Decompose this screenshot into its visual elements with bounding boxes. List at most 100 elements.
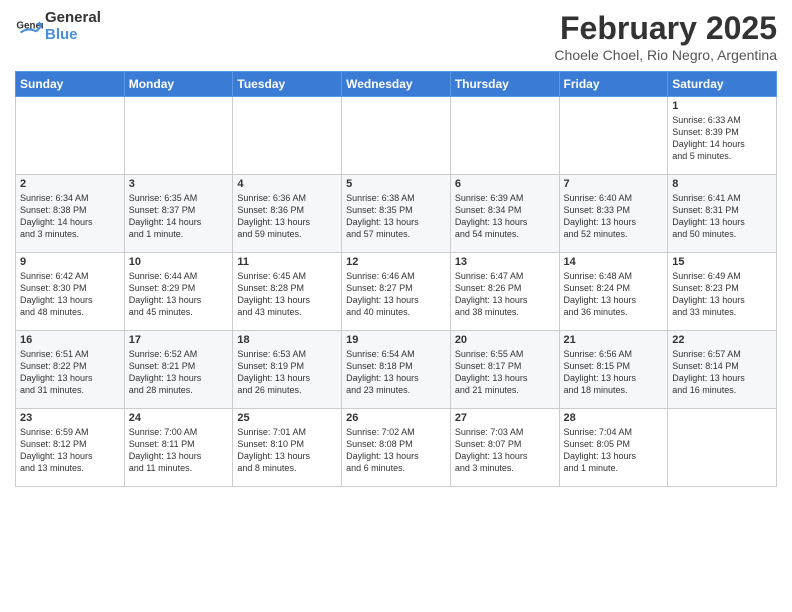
day-info: Sunrise: 6:54 AM Sunset: 8:18 PM Dayligh… — [346, 348, 446, 397]
title-section: February 2025 Choele Choel, Rio Negro, A… — [554, 10, 777, 63]
day-info: Sunrise: 6:51 AM Sunset: 8:22 PM Dayligh… — [20, 348, 120, 397]
day-info: Sunrise: 6:47 AM Sunset: 8:26 PM Dayligh… — [455, 270, 555, 319]
calendar-cell: 2 Sunrise: 6:34 AM Sunset: 8:38 PM Daylig… — [16, 175, 125, 253]
day-info: Sunrise: 7:04 AM Sunset: 8:05 PM Dayligh… — [564, 426, 664, 475]
calendar-cell: 23 Sunrise: 6:59 AM Sunset: 8:12 PM Dayli… — [16, 409, 125, 487]
calendar-cell — [233, 97, 342, 175]
day-number: 14 — [564, 256, 664, 268]
calendar-cell: 7 Sunrise: 6:40 AM Sunset: 8:33 PM Daylig… — [559, 175, 668, 253]
day-info: Sunrise: 7:02 AM Sunset: 8:08 PM Dayligh… — [346, 426, 446, 475]
day-number: 11 — [237, 256, 337, 268]
day-info: Sunrise: 7:01 AM Sunset: 8:10 PM Dayligh… — [237, 426, 337, 475]
page: General General Blue February 2025 Choel… — [0, 0, 792, 612]
calendar-cell: 26 Sunrise: 7:02 AM Sunset: 8:08 PM Dayli… — [342, 409, 451, 487]
calendar-cell: 5 Sunrise: 6:38 AM Sunset: 8:35 PM Daylig… — [342, 175, 451, 253]
day-info: Sunrise: 6:41 AM Sunset: 8:31 PM Dayligh… — [672, 192, 772, 241]
day-info: Sunrise: 6:52 AM Sunset: 8:21 PM Dayligh… — [129, 348, 229, 397]
calendar-cell: 17 Sunrise: 6:52 AM Sunset: 8:21 PM Dayli… — [124, 331, 233, 409]
calendar-cell: 14 Sunrise: 6:48 AM Sunset: 8:24 PM Dayli… — [559, 253, 668, 331]
day-info: Sunrise: 6:53 AM Sunset: 8:19 PM Dayligh… — [237, 348, 337, 397]
day-number: 26 — [346, 412, 446, 424]
day-info: Sunrise: 6:35 AM Sunset: 8:37 PM Dayligh… — [129, 192, 229, 241]
day-info: Sunrise: 6:39 AM Sunset: 8:34 PM Dayligh… — [455, 192, 555, 241]
day-info: Sunrise: 6:36 AM Sunset: 8:36 PM Dayligh… — [237, 192, 337, 241]
calendar-cell: 11 Sunrise: 6:45 AM Sunset: 8:28 PM Dayli… — [233, 253, 342, 331]
calendar-cell: 21Sunrise: 6:56 AM Sunset: 8:15 PM Dayli… — [559, 331, 668, 409]
day-number: 18 — [237, 334, 337, 346]
day-number: 28 — [564, 412, 664, 424]
day-number: 12 — [346, 256, 446, 268]
week-row-2: 9Sunrise: 6:42 AM Sunset: 8:30 PM Daylig… — [16, 253, 777, 331]
day-number: 7 — [564, 178, 664, 190]
day-info: Sunrise: 6:48 AM Sunset: 8:24 PM Dayligh… — [564, 270, 664, 319]
calendar-cell: 18 Sunrise: 6:53 AM Sunset: 8:19 PM Dayli… — [233, 331, 342, 409]
day-info: Sunrise: 6:44 AM Sunset: 8:29 PM Dayligh… — [129, 270, 229, 319]
day-number: 4 — [237, 178, 337, 190]
calendar-cell: 1 Sunrise: 6:33 AM Sunset: 8:39 PM Daylig… — [668, 97, 777, 175]
calendar-cell: 9Sunrise: 6:42 AM Sunset: 8:30 PM Daylig… — [16, 253, 125, 331]
calendar-cell: 3 Sunrise: 6:35 AM Sunset: 8:37 PM Daylig… — [124, 175, 233, 253]
calendar-cell — [124, 97, 233, 175]
day-info: Sunrise: 6:55 AM Sunset: 8:17 PM Dayligh… — [455, 348, 555, 397]
day-number: 25 — [237, 412, 337, 424]
calendar-cell: 15Sunrise: 6:49 AM Sunset: 8:23 PM Dayli… — [668, 253, 777, 331]
calendar-cell: 25 Sunrise: 7:01 AM Sunset: 8:10 PM Dayli… — [233, 409, 342, 487]
week-row-4: 23 Sunrise: 6:59 AM Sunset: 8:12 PM Dayli… — [16, 409, 777, 487]
day-info: Sunrise: 6:38 AM Sunset: 8:35 PM Dayligh… — [346, 192, 446, 241]
day-info: Sunrise: 7:00 AM Sunset: 8:11 PM Dayligh… — [129, 426, 229, 475]
week-row-3: 16Sunrise: 6:51 AM Sunset: 8:22 PM Dayli… — [16, 331, 777, 409]
col-monday: Monday — [124, 72, 233, 97]
day-info: Sunrise: 6:46 AM Sunset: 8:27 PM Dayligh… — [346, 270, 446, 319]
day-number: 5 — [346, 178, 446, 190]
day-number: 3 — [129, 178, 229, 190]
day-number: 23 — [20, 412, 120, 424]
week-row-0: 1 Sunrise: 6:33 AM Sunset: 8:39 PM Daylig… — [16, 97, 777, 175]
day-number: 8 — [672, 178, 772, 190]
calendar-header-row: Sunday Monday Tuesday Wednesday Thursday… — [16, 72, 777, 97]
day-number: 9 — [20, 256, 120, 268]
calendar-cell: 8 Sunrise: 6:41 AM Sunset: 8:31 PM Daylig… — [668, 175, 777, 253]
day-number: 19 — [346, 334, 446, 346]
col-tuesday: Tuesday — [233, 72, 342, 97]
col-sunday: Sunday — [16, 72, 125, 97]
calendar-cell — [559, 97, 668, 175]
day-number: 2 — [20, 178, 120, 190]
col-wednesday: Wednesday — [342, 72, 451, 97]
day-number: 1 — [672, 100, 772, 112]
calendar-cell — [668, 409, 777, 487]
day-info: Sunrise: 6:56 AM Sunset: 8:15 PM Dayligh… — [564, 348, 664, 397]
logo: General General Blue — [15, 10, 101, 43]
col-thursday: Thursday — [450, 72, 559, 97]
logo-blue: Blue — [45, 26, 78, 43]
day-info: Sunrise: 6:33 AM Sunset: 8:39 PM Dayligh… — [672, 114, 772, 163]
day-number: 6 — [455, 178, 555, 190]
day-number: 24 — [129, 412, 229, 424]
calendar-cell: 20Sunrise: 6:55 AM Sunset: 8:17 PM Dayli… — [450, 331, 559, 409]
col-friday: Friday — [559, 72, 668, 97]
calendar-cell: 6 Sunrise: 6:39 AM Sunset: 8:34 PM Daylig… — [450, 175, 559, 253]
calendar-cell: 12 Sunrise: 6:46 AM Sunset: 8:27 PM Dayli… — [342, 253, 451, 331]
day-info: Sunrise: 7:03 AM Sunset: 8:07 PM Dayligh… — [455, 426, 555, 475]
logo-icon: General — [15, 13, 43, 41]
day-info: Sunrise: 6:45 AM Sunset: 8:28 PM Dayligh… — [237, 270, 337, 319]
day-info: Sunrise: 6:57 AM Sunset: 8:14 PM Dayligh… — [672, 348, 772, 397]
calendar-cell: 4 Sunrise: 6:36 AM Sunset: 8:36 PM Daylig… — [233, 175, 342, 253]
col-saturday: Saturday — [668, 72, 777, 97]
day-info: Sunrise: 6:40 AM Sunset: 8:33 PM Dayligh… — [564, 192, 664, 241]
calendar-cell: 27Sunrise: 7:03 AM Sunset: 8:07 PM Dayli… — [450, 409, 559, 487]
day-info: Sunrise: 6:34 AM Sunset: 8:38 PM Dayligh… — [20, 192, 120, 241]
day-number: 13 — [455, 256, 555, 268]
header: General General Blue February 2025 Choel… — [15, 10, 777, 63]
calendar-cell: 24 Sunrise: 7:00 AM Sunset: 8:11 PM Dayli… — [124, 409, 233, 487]
day-number: 17 — [129, 334, 229, 346]
calendar-cell — [342, 97, 451, 175]
calendar-cell: 16Sunrise: 6:51 AM Sunset: 8:22 PM Dayli… — [16, 331, 125, 409]
day-info: Sunrise: 6:59 AM Sunset: 8:12 PM Dayligh… — [20, 426, 120, 475]
calendar-cell: 13 Sunrise: 6:47 AM Sunset: 8:26 PM Dayli… — [450, 253, 559, 331]
month-title: February 2025 — [554, 10, 777, 47]
calendar-cell: 22Sunrise: 6:57 AM Sunset: 8:14 PM Dayli… — [668, 331, 777, 409]
calendar-cell: 10 Sunrise: 6:44 AM Sunset: 8:29 PM Dayli… — [124, 253, 233, 331]
day-number: 10 — [129, 256, 229, 268]
day-number: 15 — [672, 256, 772, 268]
calendar-cell: 19 Sunrise: 6:54 AM Sunset: 8:18 PM Dayli… — [342, 331, 451, 409]
